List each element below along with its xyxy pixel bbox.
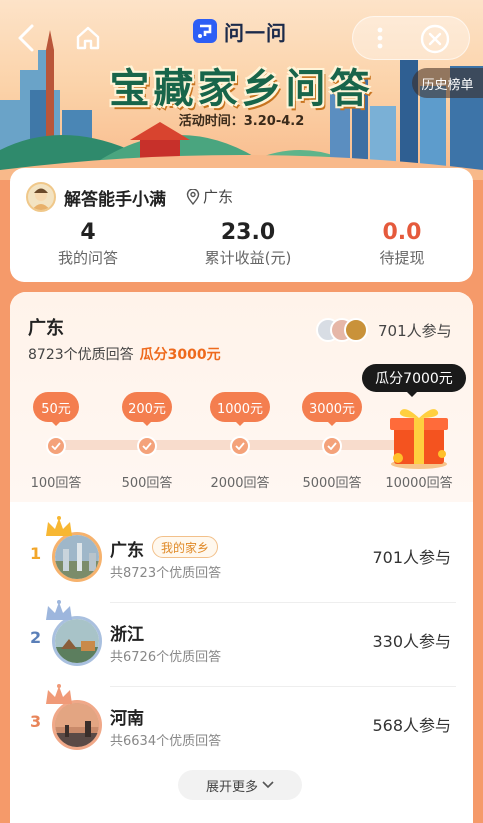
rank-answers: 共6634个优质回答	[110, 734, 222, 749]
hometown-badge: 我的家乡	[152, 536, 219, 558]
bubble-tail	[234, 420, 246, 426]
home-icon[interactable]	[74, 24, 102, 52]
stat-label: 待提现	[379, 249, 425, 267]
user-location-text: 广东	[203, 188, 234, 206]
list-item[interactable]: 3 河南 共6634个优质回答 568人参与	[10, 682, 473, 766]
page-title: 宝藏家乡问答	[109, 66, 374, 112]
user-name: 解答能手小满	[64, 190, 166, 210]
rank-answers: 共6726个优质回答	[110, 650, 222, 665]
quality-answers-count: 8723个优质回答	[28, 347, 134, 363]
region-name: 广东	[28, 318, 64, 339]
more-options-icon[interactable]	[362, 20, 398, 56]
rank-region-name: 广东	[110, 541, 144, 561]
milestone-target: 10000回答	[385, 476, 453, 491]
region-progress-panel: 广东 8723个优质回答 瓜分3000元 701人参与 瓜分7000元 50元 2…	[10, 292, 473, 502]
rank-participants: 568人参与	[372, 716, 451, 735]
stat-value: 0.0	[382, 220, 422, 245]
close-icon[interactable]	[418, 22, 452, 56]
expand-more-button[interactable]: 展开更多	[178, 770, 302, 800]
rank-answers: 共8723个优质回答	[110, 566, 222, 581]
milestone-target: 100回答	[30, 476, 82, 491]
crown-gold-icon	[46, 516, 72, 536]
ranking-card: 广东 8723个优质回答 瓜分3000元 701人参与 瓜分7000元 50元 2…	[10, 292, 473, 823]
stat-value: 4	[80, 220, 96, 245]
rank-region-name: 河南	[110, 709, 144, 729]
stat-label: 我的问答	[57, 249, 118, 267]
region-summary: 8723个优质回答 瓜分3000元	[28, 344, 221, 364]
list-item[interactable]: 1 广东 我的家乡 共8723个优质回答 701人参与	[10, 514, 473, 598]
participant-count: 701人参与	[378, 322, 452, 340]
brand: 问一问	[192, 16, 287, 46]
bubble-tail	[50, 420, 62, 426]
milestone-reward: 3000元	[302, 392, 362, 422]
milestone-check-icon	[322, 436, 342, 456]
stat-pending-withdraw[interactable]: 0.0 待提现	[354, 220, 450, 268]
stat-total-income[interactable]: 23.0 累计收益(元)	[188, 220, 308, 268]
rank-number: 1	[30, 544, 42, 563]
final-reward-bubble: 瓜分7000元	[362, 364, 466, 392]
rank-participants: 701人参与	[372, 548, 451, 567]
rank-number: 3	[30, 712, 42, 731]
top-navigation-bar: 问一问	[0, 0, 483, 64]
participant-avatars	[316, 318, 376, 344]
bubble-tail	[141, 420, 153, 426]
user-location: 广东	[186, 186, 233, 207]
milestone-check-icon	[46, 436, 66, 456]
crown-silver-icon	[46, 600, 72, 620]
rank-region-name: 浙江	[110, 625, 144, 645]
milestone-check-icon	[230, 436, 250, 456]
location-pin-icon	[186, 188, 200, 205]
list-item[interactable]: 2 浙江 共6726个优质回答 330人参与	[10, 598, 473, 682]
milestone-reward: 50元	[33, 392, 79, 422]
milestone-target: 5000回答	[302, 476, 362, 491]
avatar[interactable]	[26, 182, 56, 212]
back-arrow-icon[interactable]	[12, 22, 40, 54]
gift-box-icon[interactable]	[386, 400, 452, 470]
brand-name: 问一问	[224, 20, 287, 45]
activity-time: 活动时间：3.20-4.2	[178, 114, 305, 129]
stat-value: 23.0	[220, 220, 276, 245]
milestone-reward: 1000元	[210, 392, 270, 422]
stat-my-answers[interactable]: 4 我的问答	[46, 220, 130, 268]
chevron-down-icon	[262, 781, 274, 789]
crown-bronze-icon	[46, 684, 72, 704]
user-card: 解答能手小满 广东 4 我的问答 23.0 累计收益(元) 0.0 待提现	[10, 168, 473, 282]
rank-number: 2	[30, 628, 42, 647]
brand-logo-icon	[193, 19, 217, 43]
reward-pool: 瓜分3000元	[139, 347, 221, 363]
bubble-tail	[326, 420, 338, 426]
milestone-reward: 200元	[122, 392, 172, 422]
avatar	[344, 318, 368, 342]
stat-label: 累计收益(元)	[204, 249, 292, 267]
rank-participants: 330人参与	[372, 632, 451, 651]
milestone-target: 2000回答	[210, 476, 270, 491]
milestone-check-icon	[137, 436, 157, 456]
milestone-target: 500回答	[121, 476, 173, 491]
expand-more-label: 展开更多	[205, 779, 258, 795]
bubble-tail	[406, 391, 418, 397]
